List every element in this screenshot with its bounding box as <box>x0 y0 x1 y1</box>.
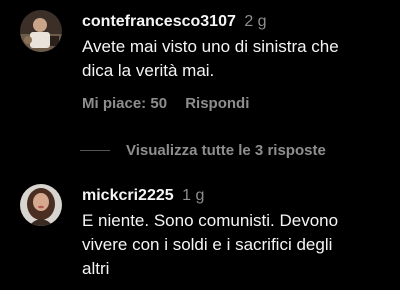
comment-time: 2 g <box>244 13 267 30</box>
view-replies-button[interactable]: Visualizza tutte le 3 risposte <box>80 140 326 160</box>
comment-header: mickcri2225 1 g <box>82 186 204 206</box>
reply-button[interactable]: Rispondi <box>185 94 249 114</box>
likes-count[interactable]: Mi piace: 50 <box>82 94 167 114</box>
avatar[interactable] <box>20 184 62 226</box>
comment-text-line: vivere con i soldi e i sacrifici degli <box>82 235 333 254</box>
comment-header: contefrancesco3107 2 g <box>82 12 267 32</box>
comment-text-line: E niente. Sono comunisti. Devono <box>82 211 339 230</box>
comment-username[interactable]: contefrancesco3107 <box>82 13 236 30</box>
replies-divider <box>80 149 110 151</box>
avatar[interactable] <box>20 10 62 52</box>
comment-text-line: Avete mai visto uno di sinistra che <box>82 37 339 56</box>
comment-actions: Mi piace: 50 Rispondi <box>82 94 249 114</box>
avatar-image <box>20 184 62 226</box>
comment-text-line: dica la verità mai. <box>82 61 215 80</box>
comment-item: contefrancesco3107 2 g Avete mai visto u… <box>0 0 400 130</box>
comment-username[interactable]: mickcri2225 <box>82 187 174 204</box>
avatar-image <box>20 10 62 52</box>
comment-time: 1 g <box>182 187 205 204</box>
comment-item: mickcri2225 1 g E niente. Sono comunisti… <box>0 180 400 290</box>
comments-panel: contefrancesco3107 2 g Avete mai visto u… <box>0 0 400 290</box>
comment-text-line: altri <box>82 259 110 278</box>
view-replies-label: Visualizza tutte le 3 risposte <box>126 141 326 159</box>
